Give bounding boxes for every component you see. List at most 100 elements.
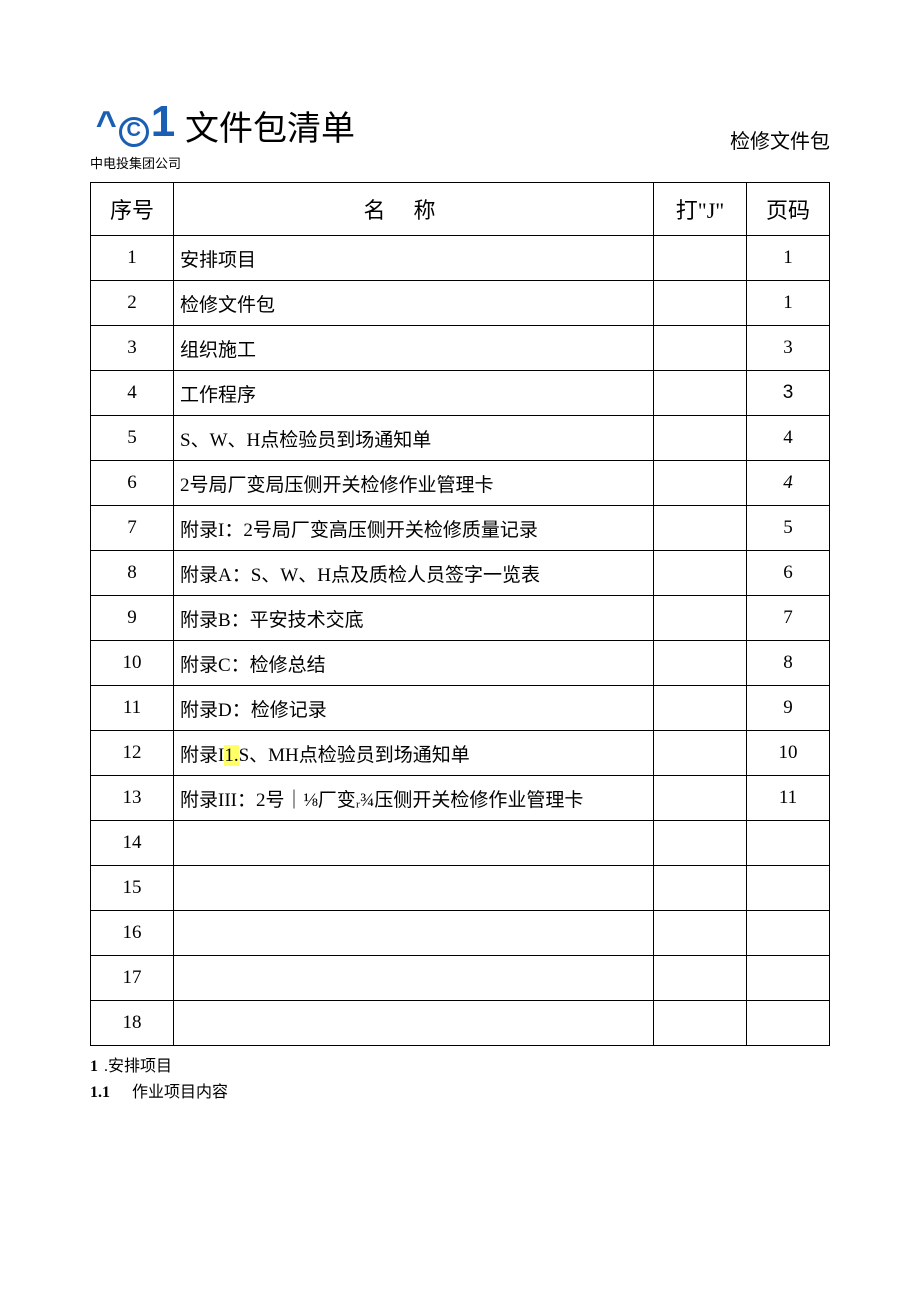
cell-check (654, 371, 747, 416)
cell-name (174, 1001, 654, 1046)
cell-check (654, 911, 747, 956)
cell-name: 附录III：2号｜⅛厂变ᵣ¾压侧开关检修作业管理卡 (174, 776, 654, 821)
cell-page (747, 821, 830, 866)
logo-c-icon: C (119, 117, 149, 147)
table-row: 16 (91, 911, 830, 956)
cell-check (654, 281, 747, 326)
footer-line2-num: 1.1 (90, 1084, 110, 1101)
table-row: 17 (91, 956, 830, 1001)
table-row: 13附录III：2号｜⅛厂变ᵣ¾压侧开关检修作业管理卡 11 (91, 776, 830, 821)
cell-name (174, 866, 654, 911)
cell-page: 9 (747, 686, 830, 731)
cell-check (654, 326, 747, 371)
cell-check (654, 776, 747, 821)
cell-seq: 4 (91, 371, 174, 416)
cell-name (174, 821, 654, 866)
table-row: 4工作程序 3 (91, 371, 830, 416)
cell-name: 附录C：检修总结 (174, 641, 654, 686)
logo-one-icon: 1 (151, 100, 175, 144)
cell-name: 组织施工 (174, 326, 654, 371)
cell-seq: 16 (91, 911, 174, 956)
cell-name (174, 911, 654, 956)
cell-page: 8 (747, 641, 830, 686)
col-header-check: 打"J" (654, 183, 747, 236)
footer-line-2: 1.1 作业项目内容 (90, 1078, 830, 1102)
footer-notes: 1.安排项目 1.1 作业项目内容 (90, 1052, 830, 1102)
document-page: ^ C 1 中电投集团公司 文件包清单 检修文件包 序号 名称 打"J" 页码 … (0, 0, 920, 1162)
cell-seq: 14 (91, 821, 174, 866)
cell-page: 3 (747, 326, 830, 371)
cell-check (654, 596, 747, 641)
document-type-label: 检修文件包 (730, 125, 830, 154)
table-row: 7附录I：2号局厂变高压侧开关检修质量记录 5 (91, 506, 830, 551)
cell-check (654, 686, 747, 731)
cell-name (174, 956, 654, 1001)
header: ^ C 1 中电投集团公司 文件包清单 检修文件包 (90, 100, 830, 172)
cell-page: 5 (747, 506, 830, 551)
cell-seq: 17 (91, 956, 174, 1001)
cell-check (654, 821, 747, 866)
cell-name: 工作程序 (174, 371, 654, 416)
cell-seq: 5 (91, 416, 174, 461)
logo-block: ^ C 1 中电投集团公司 (90, 100, 181, 172)
cell-name: 附录B：平安技术交底 (174, 596, 654, 641)
cell-check (654, 641, 747, 686)
cell-name-post: S、MH点检验员到场通知单 (239, 745, 470, 766)
cell-name-pre: 附录I (180, 745, 224, 766)
table-row: 5S、W、H点检验员到场通知单 4 (91, 416, 830, 461)
cell-seq: 2 (91, 281, 174, 326)
cell-seq: 10 (91, 641, 174, 686)
table-row: 9附录B：平安技术交底 7 (91, 596, 830, 641)
cell-page: 1 (747, 236, 830, 281)
cell-check (654, 1001, 747, 1046)
cell-check (654, 461, 747, 506)
cell-page (747, 866, 830, 911)
cell-page: 4 (747, 416, 830, 461)
page-title: 文件包清单 (185, 101, 355, 150)
table-row: 3组织施工3 (91, 326, 830, 371)
cell-check (654, 236, 747, 281)
logo-caret-icon: ^ (96, 106, 117, 142)
footer-line2-text: 作业项目内容 (132, 1084, 228, 1101)
cell-page: 10 (747, 731, 830, 776)
company-name: 中电投集团公司 (90, 153, 181, 172)
cell-name: 附录D：检修记录 (174, 686, 654, 731)
cell-seq: 7 (91, 506, 174, 551)
cell-page: 4 (747, 461, 830, 506)
cell-page (747, 956, 830, 1001)
highlight-text: 1. (224, 745, 238, 766)
cell-seq: 12 (91, 731, 174, 776)
cell-page: 6 (747, 551, 830, 596)
table-row: 1安排项目1 (91, 236, 830, 281)
col-header-name: 名称 (174, 183, 654, 236)
cell-seq: 11 (91, 686, 174, 731)
cell-page: 7 (747, 596, 830, 641)
cell-seq: 1 (91, 236, 174, 281)
cell-seq: 13 (91, 776, 174, 821)
table-body: 1安排项目12检修文件包13组织施工34工作程序35S、W、H点检验员到场通知单… (91, 236, 830, 1046)
footer-line-1: 1.安排项目 (90, 1052, 830, 1076)
cell-page (747, 911, 830, 956)
table-row: 14 (91, 821, 830, 866)
cell-name: 2号局厂变局压侧开关检修作业管理卡 (174, 461, 654, 506)
col-header-page: 页码 (747, 183, 830, 236)
cell-name: S、W、H点检验员到场通知单 (174, 416, 654, 461)
logo-icon: ^ C 1 (96, 100, 176, 147)
cell-name: 附录I：2号局厂变高压侧开关检修质量记录 (174, 506, 654, 551)
cell-page: 3 (747, 371, 830, 416)
cell-seq: 3 (91, 326, 174, 371)
cell-check (654, 506, 747, 551)
table-row: 11附录D：检修记录 9 (91, 686, 830, 731)
table-row: 15 (91, 866, 830, 911)
cell-seq: 18 (91, 1001, 174, 1046)
cell-seq: 9 (91, 596, 174, 641)
cell-name: 检修文件包 (174, 281, 654, 326)
table-row: 10附录C：检修总结 8 (91, 641, 830, 686)
cell-seq: 6 (91, 461, 174, 506)
table-row: 62号局厂变局压侧开关检修作业管理卡 4 (91, 461, 830, 506)
table-row: 12附录I1.S、MH点检验员到场通知单10 (91, 731, 830, 776)
cell-name: 附录I1.S、MH点检验员到场通知单 (174, 731, 654, 776)
cell-name: 安排项目 (174, 236, 654, 281)
cell-page: 11 (747, 776, 830, 821)
cell-check (654, 416, 747, 461)
